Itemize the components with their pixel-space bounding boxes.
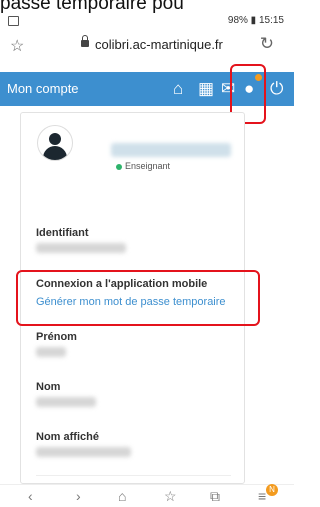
lock-icon: [81, 35, 89, 47]
home-nav-icon[interactable]: ⌂: [118, 488, 126, 504]
field-label-prenom: Prénom: [36, 331, 77, 343]
star-icon[interactable]: ☆: [10, 36, 24, 56]
tabs-icon[interactable]: ⧉: [210, 488, 220, 505]
power-icon[interactable]: ⏻: [270, 79, 283, 99]
highlight-mobile-section: [16, 270, 260, 326]
menu-notification-badge: N: [266, 484, 278, 496]
blurred-identifiant: [36, 243, 126, 253]
reload-icon[interactable]: ↻: [260, 34, 274, 54]
browser-bottom-nav: ‹ › ⌂ ☆ ⧉ ≡: [0, 484, 294, 507]
divider: [36, 475, 231, 476]
role-status-dot: [116, 164, 122, 170]
blurred-user-name: [111, 143, 231, 157]
avatar: [37, 125, 73, 161]
menu-icon[interactable]: ≡: [258, 488, 266, 504]
field-label-identifiant: Identifiant: [36, 227, 89, 239]
grid-icon[interactable]: ▦: [198, 79, 214, 99]
back-icon[interactable]: ‹: [28, 488, 33, 504]
status-right: 98% ▮ 15:15: [227, 15, 284, 26]
caption-text: passe temporaire pou: [0, 0, 184, 14]
url-text[interactable]: colibri.ac-martinique.fr: [95, 37, 223, 52]
bookmarks-icon[interactable]: ☆: [164, 488, 177, 505]
page-title: Mon compte: [7, 81, 79, 96]
blurred-nom-affiche: [36, 447, 131, 457]
home-icon[interactable]: ⌂: [173, 79, 183, 99]
avatar-body: [43, 146, 67, 160]
avatar-head: [49, 133, 61, 145]
blurred-prenom: [36, 347, 66, 357]
status-bar: 98% ▮ 15:15: [0, 15, 294, 29]
field-label-nom-affiche: Nom affiché: [36, 431, 99, 443]
browser-url-bar: ☆ colibri.ac-martinique.fr ↻: [0, 31, 294, 61]
forward-icon[interactable]: ›: [76, 488, 81, 504]
gallery-icon: [8, 16, 19, 26]
role-label: Enseignant: [125, 161, 171, 171]
blurred-nom: [36, 397, 96, 407]
field-label-nom: Nom: [36, 381, 61, 393]
